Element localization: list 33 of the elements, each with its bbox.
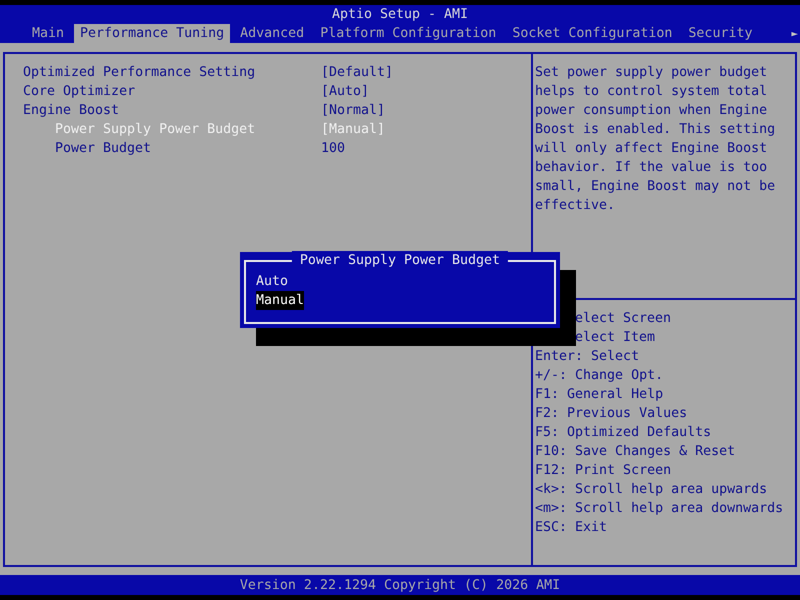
popup-option[interactable]: Manual: [256, 291, 304, 310]
popup-title: Power Supply Power Budget: [292, 251, 508, 270]
setting-label[interactable]: Optimized Performance Setting: [23, 63, 321, 82]
setting-value[interactable]: [Auto]: [321, 82, 370, 101]
key-hint: F2: Previous Values: [535, 405, 688, 423]
key-hint: <m>: Scroll help area downwards: [535, 500, 784, 518]
key-hint: F10: Save Changes & Reset: [535, 443, 736, 461]
menu-tab[interactable]: Performance Tuning: [74, 24, 230, 43]
setting-label[interactable]: Core Optimizer: [23, 82, 321, 101]
menu-tab[interactable]: Security: [682, 24, 758, 43]
key-hint: elect Item: [575, 329, 656, 347]
help-text: Set power supply power budget helps to control system total power consumption when Engine Boost is enabled. This setting will only affect Engine Boost behavior. If the value is too small, Engine Boost may not be effective.: [535, 64, 776, 215]
key-hint: F5: Optimized Defaults: [535, 424, 712, 442]
more-tabs-arrow[interactable]: ►: [791, 24, 798, 43]
window-title: Aptio Setup - AMI: [332, 6, 468, 24]
setting-label[interactable]: Power Budget: [23, 139, 321, 158]
setting-value[interactable]: [Default]: [321, 63, 394, 82]
key-hint: +/-: Change Opt.: [535, 367, 664, 385]
menu-tab[interactable]: Socket Configuration: [506, 24, 678, 43]
key-hint: ESC: Exit: [535, 519, 608, 537]
menu-tab[interactable]: Main: [26, 24, 70, 43]
key-hint: elect Screen: [575, 310, 672, 328]
setting-value[interactable]: 100: [321, 139, 346, 158]
menu-tab[interactable]: Platform Configuration: [314, 24, 502, 43]
key-hint: F1: General Help: [535, 386, 664, 404]
key-hint: Enter: Select: [535, 348, 640, 366]
setting-value[interactable]: [Normal]: [321, 101, 386, 120]
key-hint: <k>: Scroll help area upwards: [535, 481, 768, 499]
setting-label[interactable]: Engine Boost: [23, 101, 321, 120]
version-text: Version 2.22.1294 Copyright (C) 2026 AMI: [240, 576, 560, 594]
popup-option[interactable]: Auto: [256, 272, 288, 291]
menu-tab[interactable]: Advanced: [234, 24, 310, 43]
key-hint: F12: Print Screen: [535, 462, 672, 480]
